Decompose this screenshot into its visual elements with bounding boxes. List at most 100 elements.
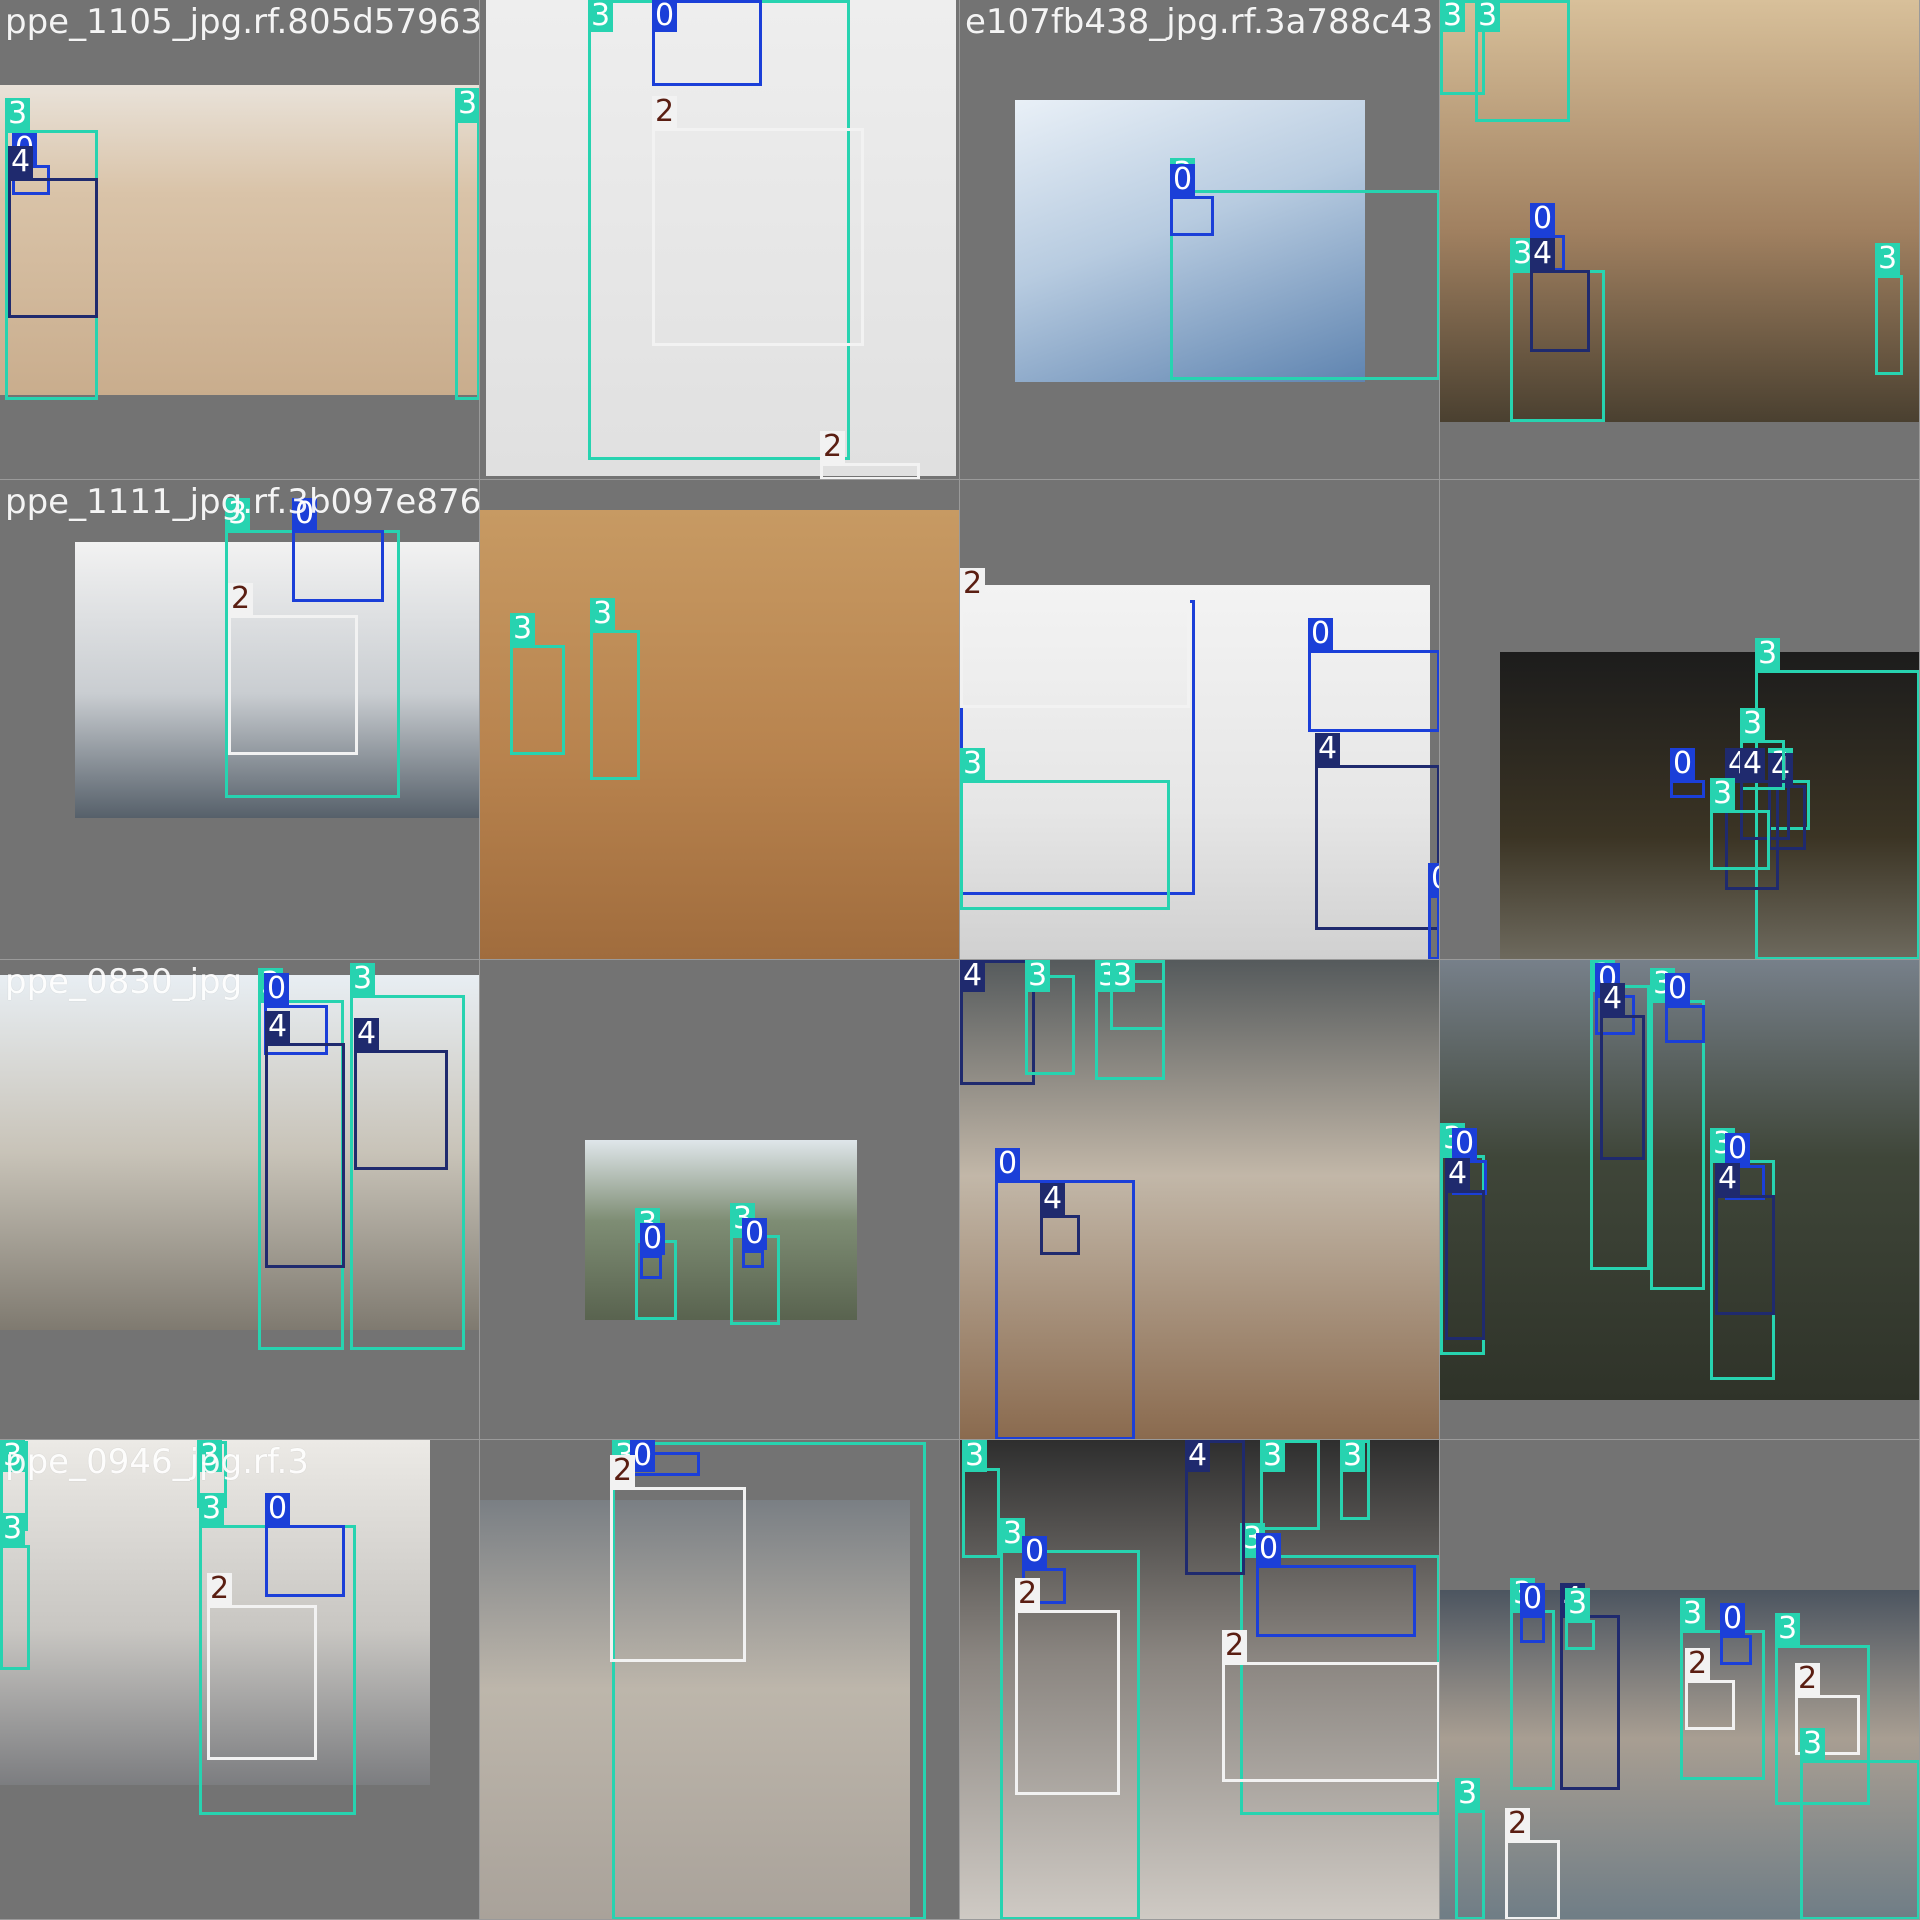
class-label: 3 xyxy=(350,963,376,995)
bounding-box-class-3 xyxy=(1650,1000,1705,1290)
class-label: 2 xyxy=(1505,1808,1531,1840)
class-label: 4 xyxy=(1040,1183,1066,1215)
class-label: 0 xyxy=(1670,748,1696,780)
class-label: 0 xyxy=(1665,973,1691,1005)
bounding-box-class-2 xyxy=(652,128,864,346)
bounding-box-class-4 xyxy=(354,1050,448,1170)
class-label: 0 xyxy=(265,1493,291,1525)
bounding-box-class-2 xyxy=(1505,1840,1560,1919)
class-label: 0 xyxy=(264,973,290,1005)
bounding-box-class-0 xyxy=(1720,1635,1752,1665)
class-label: 0 xyxy=(1720,1603,1746,1635)
class-label: 4 xyxy=(960,960,986,992)
class-label: 3 xyxy=(5,98,31,130)
bounding-box-class-0 xyxy=(1428,895,1439,959)
class-label: 3 xyxy=(455,88,479,120)
tile-filename-caption: ppe_0946_jpg.rf.3 xyxy=(5,1442,309,1482)
class-label: 3 xyxy=(590,598,616,630)
class-label: 4 xyxy=(1315,733,1341,765)
class-label: 0 xyxy=(652,0,678,32)
class-label: 3 xyxy=(1775,1613,1801,1645)
bounding-box-class-3 xyxy=(962,1468,1000,1558)
class-label: 0 xyxy=(1256,1533,1282,1565)
class-label: 2 xyxy=(1222,1630,1248,1662)
class-label: 3 xyxy=(1455,1778,1481,1810)
class-label: 4 xyxy=(265,1011,291,1043)
bounding-box-class-0 xyxy=(265,1525,345,1597)
bounding-box-class-2 xyxy=(1685,1680,1735,1730)
class-label: 3 xyxy=(1710,778,1736,810)
mosaic-tile: 302 xyxy=(480,1440,960,1920)
class-label: 3 xyxy=(1740,708,1766,740)
bounding-box-class-3 xyxy=(1800,1760,1919,1919)
class-label: 3 xyxy=(962,1440,988,1472)
bounding-box-class-0 xyxy=(1256,1565,1416,1637)
bounding-box-class-0 xyxy=(1670,780,1705,798)
mosaic-tile: 3 0 2 ppe_1111_jpg.rf.3b097e876 xyxy=(0,480,480,960)
tile-filename-caption: ppe_0830_jpg xyxy=(5,962,243,1002)
class-label: 4 xyxy=(354,1018,380,1050)
class-label: 0 xyxy=(1428,863,1439,895)
class-label: 2 xyxy=(1685,1648,1711,1680)
class-label: 3 xyxy=(960,748,986,780)
bounding-box-class-4 xyxy=(1600,1015,1645,1160)
class-label: 4 xyxy=(1715,1163,1741,1195)
bounding-box-class-3 xyxy=(1875,275,1903,375)
class-label: 3 xyxy=(1110,960,1136,992)
class-label: 2 xyxy=(207,1573,233,1605)
bounding-box-class-3 xyxy=(1455,1810,1485,1919)
class-label: 0 xyxy=(995,1148,1021,1180)
bounding-box-class-2 xyxy=(610,1487,746,1662)
tile-photo xyxy=(585,1140,857,1320)
class-label: 3 xyxy=(1340,1440,1366,1472)
bounding-box-class-4 xyxy=(1715,1195,1775,1315)
class-label: 3 xyxy=(199,1493,225,1525)
bounding-box-class-2 xyxy=(820,463,920,479)
bounding-box-class-2 xyxy=(960,600,1190,708)
mosaic-tile: 33443430 xyxy=(1440,480,1920,960)
bounding-box-class-4 xyxy=(265,1043,345,1268)
bounding-box-class-4 xyxy=(1315,765,1439,930)
class-label: 3 xyxy=(1680,1598,1706,1630)
bounding-box-class-3 xyxy=(455,120,479,400)
class-label: 0 xyxy=(1520,1583,1546,1615)
class-label: 3 xyxy=(1755,638,1781,670)
class-label: 3 xyxy=(0,1513,26,1545)
class-label: 4 xyxy=(1530,238,1556,270)
bounding-box-class-0 xyxy=(292,530,384,602)
class-label: 3 xyxy=(510,613,536,645)
bounding-box-class-3 xyxy=(590,630,640,780)
class-label: 2 xyxy=(1015,1578,1041,1610)
mosaic-tile: 3030 xyxy=(480,960,960,1440)
class-label: 0 xyxy=(1170,164,1196,196)
class-label: 0 xyxy=(742,1218,768,1250)
class-label: 3 xyxy=(1800,1728,1826,1760)
class-label: 2 xyxy=(610,1455,636,1487)
class-label: 3 xyxy=(1875,243,1901,275)
class-label: 4 xyxy=(8,146,34,178)
bounding-box-class-2 xyxy=(228,615,358,755)
class-label: 3 xyxy=(588,0,614,32)
class-label: 0 xyxy=(1022,1536,1048,1568)
class-label: 3 xyxy=(1025,960,1051,992)
class-label: 2 xyxy=(1795,1663,1821,1695)
bounding-box-class-3 xyxy=(1565,1620,1595,1650)
class-label: 2 xyxy=(820,431,846,463)
bounding-box-class-0 xyxy=(1170,196,1214,236)
mosaic-tile: 30434ppe_0830_jpg xyxy=(0,960,480,1440)
bounding-box-class-2 xyxy=(207,1605,317,1760)
detection-mosaic: 3043ppe_1105_jpg.rf.805d57963302230e107f… xyxy=(0,0,1920,1920)
mosaic-tile: 304330232323 xyxy=(1440,1440,1920,1920)
bounding-box-class-3 xyxy=(510,645,565,755)
bounding-box-class-0 xyxy=(1665,1005,1705,1043)
class-label: 4 xyxy=(1445,1158,1471,1190)
bounding-box-class-0 xyxy=(1308,650,1439,732)
class-label: 4 xyxy=(1740,748,1766,780)
class-label: 4 xyxy=(1185,1440,1211,1472)
class-label: 2 xyxy=(228,583,254,615)
bounding-box-class-2 xyxy=(1015,1610,1120,1795)
mosaic-tile: 3 3 3 0 2 3 ppe_0946_jpg.rf.3 xyxy=(0,1440,480,1920)
mosaic-tile: 3302302433 xyxy=(960,1440,1440,1920)
bounding-box-class-4 xyxy=(8,178,98,318)
bounding-box-class-4 xyxy=(1530,270,1590,352)
